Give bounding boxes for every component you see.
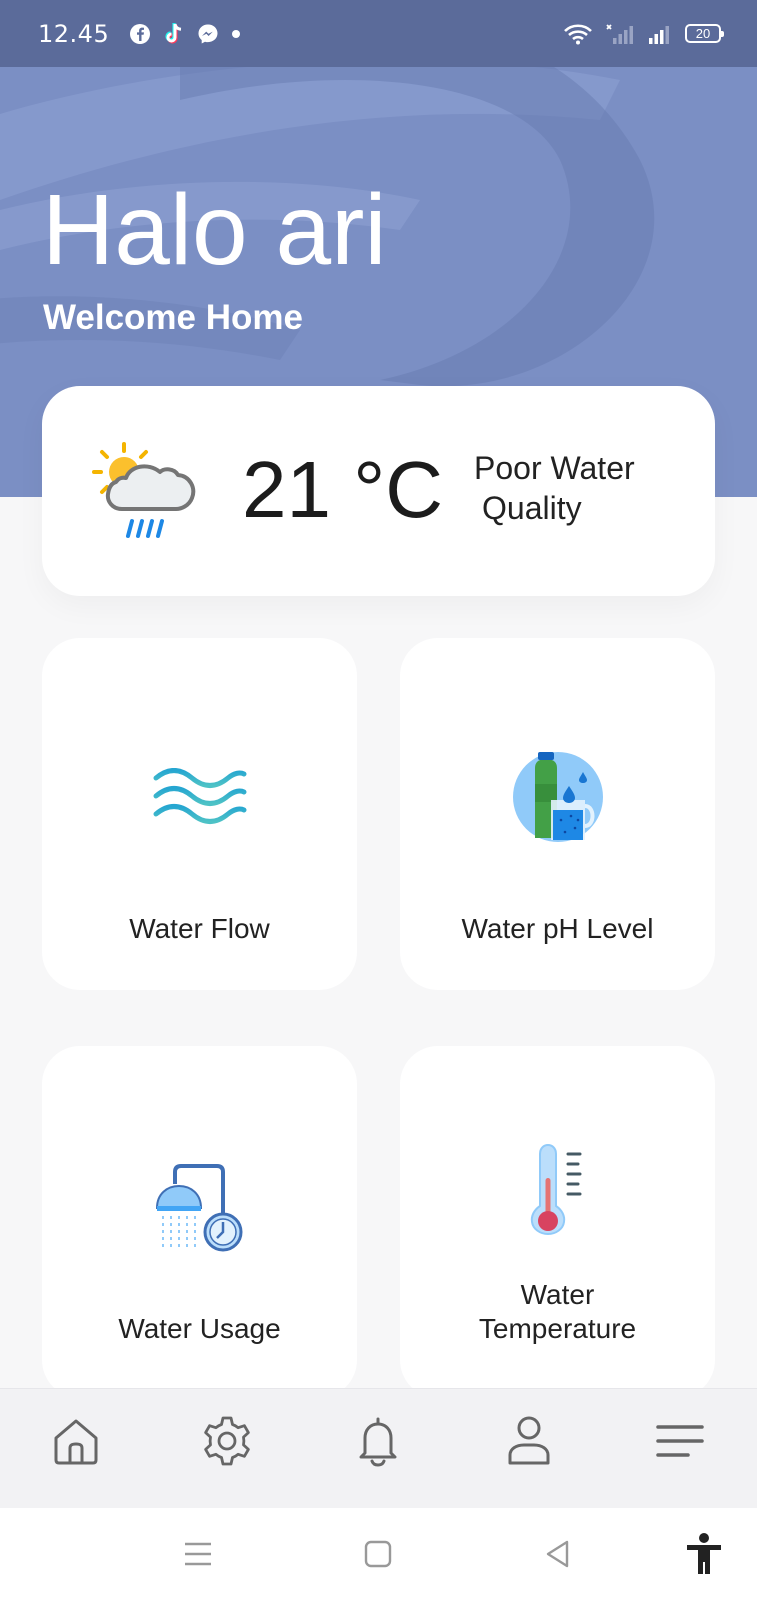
water-temperature-tile[interactable]: Water Temperature xyxy=(400,1046,715,1398)
system-navigation-bar xyxy=(0,1508,757,1600)
recent-apps-button[interactable] xyxy=(174,1530,222,1578)
temperature-value: 21 °C xyxy=(242,445,443,534)
nav-profile[interactable] xyxy=(499,1411,559,1471)
quality-line-1: Poor Water xyxy=(474,450,635,486)
menu-icon xyxy=(656,1425,704,1457)
status-bar: 12.45 20 xyxy=(0,0,757,67)
water-temperature-label-line-2: Temperature xyxy=(478,1313,637,1344)
system-home-button[interactable] xyxy=(354,1530,402,1578)
notification-bell-icon xyxy=(359,1417,397,1467)
water-usage-label: Water Usage xyxy=(118,1313,281,1344)
home-icon xyxy=(54,1419,98,1465)
water-flow-tile[interactable]: Water Flow xyxy=(42,638,357,990)
back-triangle-icon xyxy=(546,1540,569,1568)
water-flow-label: Water Flow xyxy=(129,913,270,944)
signal-sim2-icon xyxy=(649,25,669,44)
greeting-title: Halo ari xyxy=(42,174,387,286)
accessibility-button[interactable] xyxy=(680,1530,728,1578)
profile-user-icon xyxy=(508,1416,550,1465)
status-time: 12.45 xyxy=(38,19,110,48)
water-bottle-glass-icon xyxy=(512,752,603,842)
welcome-subtitle: Welcome Home xyxy=(43,298,303,337)
water-ph-level-label: Water pH Level xyxy=(461,913,654,944)
tiktok-icon xyxy=(165,22,182,44)
signal-sim1-icon xyxy=(606,23,633,44)
water-usage-tile[interactable]: Water Usage xyxy=(42,1046,357,1398)
messenger-icon xyxy=(198,24,218,43)
thermometer-icon xyxy=(530,1144,581,1236)
bottom-navigation xyxy=(0,1388,757,1508)
water-ph-level-tile[interactable]: Water pH Level xyxy=(400,638,715,990)
nav-notifications[interactable] xyxy=(348,1411,408,1471)
quality-line-2: Quality xyxy=(482,490,582,526)
dot-icon xyxy=(232,29,241,38)
water-temperature-label: Water Temperature xyxy=(400,1278,715,1346)
battery-level: 20 xyxy=(695,26,711,41)
notification-icons xyxy=(129,22,241,46)
water-waves-icon xyxy=(153,768,246,824)
nav-settings[interactable] xyxy=(197,1411,257,1471)
home-square-icon xyxy=(364,1540,392,1568)
weather-card[interactable]: 21 °C Poor Water Quality xyxy=(42,386,715,596)
recent-apps-icon xyxy=(185,1542,211,1566)
system-back-button[interactable] xyxy=(534,1530,582,1578)
nav-menu[interactable] xyxy=(650,1411,710,1471)
shower-clock-icon xyxy=(155,1164,242,1252)
water-temperature-label-line-1: Water xyxy=(520,1279,595,1310)
accessibility-icon xyxy=(687,1533,721,1574)
sun-cloud-rain-icon xyxy=(92,442,196,538)
wifi-icon xyxy=(564,23,592,44)
nav-home[interactable] xyxy=(46,1411,106,1471)
battery-icon: 20 xyxy=(685,24,724,43)
system-status-icons: 20 xyxy=(563,22,724,46)
facebook-icon xyxy=(130,23,151,44)
water-quality-status: Poor Water Quality xyxy=(474,448,674,528)
settings-gear-icon xyxy=(204,1416,250,1466)
